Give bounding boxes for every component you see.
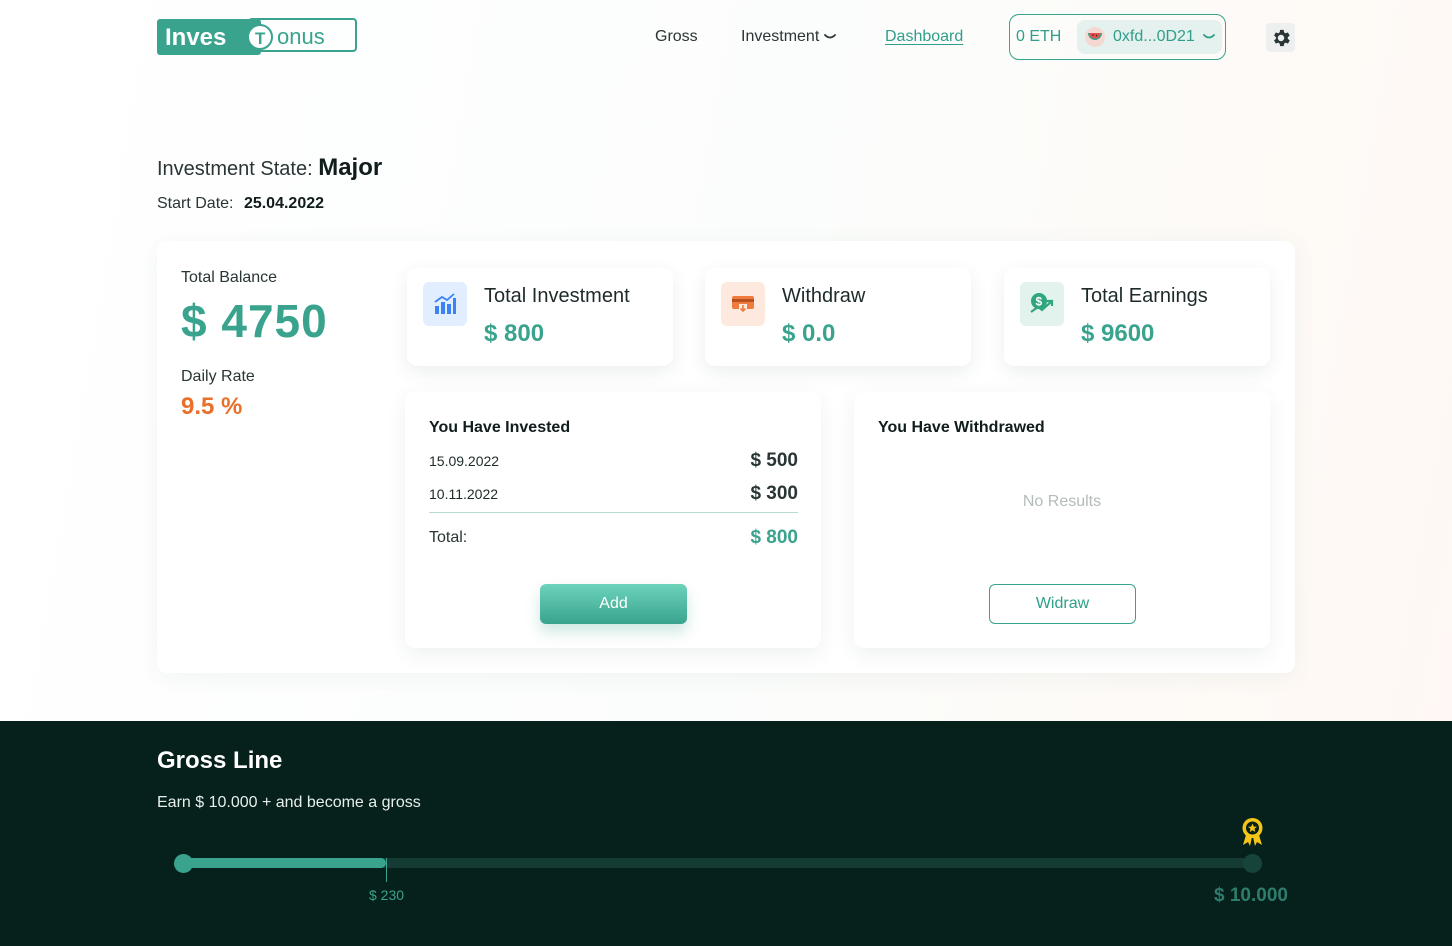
daily-rate-label: Daily Rate	[181, 368, 255, 385]
progress-current-label: $ 230	[369, 887, 405, 903]
gross-line-subtitle: Earn $ 10.000 + and become a gross	[157, 794, 421, 811]
row-date: 10.11.2022	[429, 486, 499, 502]
table-row: 15.09.2022 $ 500	[429, 450, 798, 472]
stat-card-total-earnings: $ Total Earnings $ 9600	[1004, 268, 1270, 366]
investment-state-label: Investment State:	[157, 158, 313, 180]
logo-text-left: Inves	[165, 24, 226, 51]
add-button[interactable]: Add	[540, 584, 687, 624]
row-amount: $ 300	[750, 483, 798, 504]
stat-card-total-investment: Total Investment $ 800	[407, 268, 673, 366]
total-balance-label: Total Balance	[181, 269, 278, 286]
stat-card-withdraw: Withdraw $ 0.0	[705, 268, 971, 366]
progress-track	[183, 858, 1253, 868]
total-row: Total: $ 800	[429, 527, 798, 549]
watermelon-avatar-icon	[1085, 27, 1105, 47]
money-growth-icon: $	[1020, 282, 1064, 326]
chevron-down-icon	[824, 34, 837, 39]
nav-gross[interactable]: Gross	[655, 28, 698, 46]
table-row: 10.11.2022 $ 300	[429, 483, 798, 505]
card-withdraw-icon	[721, 282, 765, 326]
invested-panel: You Have Invested 15.09.2022 $ 500 10.11…	[405, 392, 821, 648]
logo[interactable]: Inves T onus	[157, 18, 357, 56]
total-label: Total:	[429, 529, 468, 546]
start-date: Start Date: 25.04.2022	[157, 195, 324, 213]
wallet-address-button[interactable]: 0xfd...0D21	[1077, 20, 1222, 54]
settings-button[interactable]	[1266, 23, 1295, 52]
medal-icon	[1242, 818, 1263, 846]
empty-state: No Results	[1022, 493, 1102, 510]
investment-state-value: Major	[318, 154, 383, 181]
widraw-button[interactable]: Widraw	[989, 584, 1136, 624]
stat-value: $ 0.0	[782, 320, 836, 347]
investment-state: Investment State: Major	[157, 154, 382, 182]
chevron-down-icon	[1202, 34, 1215, 39]
progress-fill	[183, 858, 387, 868]
logo-text-right: onus	[277, 24, 325, 49]
daily-rate-value: 9.5 %	[181, 393, 243, 420]
total-value: $ 800	[750, 527, 798, 548]
invested-panel-title: You Have Invested	[429, 419, 571, 436]
stat-value: $ 800	[484, 320, 545, 347]
logo-letter: T	[255, 29, 266, 48]
stat-title: Total Investment	[484, 285, 630, 307]
nav-investment-label: Investment	[741, 28, 820, 45]
withdrawed-panel: You Have Withdrawed No Results Widraw	[854, 392, 1270, 648]
withdrawed-panel-title: You Have Withdrawed	[878, 419, 1045, 436]
divider	[429, 512, 798, 513]
progress-end-dot	[1243, 854, 1262, 873]
gear-icon	[1273, 29, 1290, 46]
progress-marker	[386, 858, 387, 882]
total-balance-value: $ 4750	[181, 295, 328, 347]
start-date-label: Start Date:	[157, 195, 234, 212]
nav-dashboard[interactable]: Dashboard	[885, 28, 963, 46]
row-date: 15.09.2022	[429, 453, 500, 469]
stat-title: Withdraw	[782, 285, 866, 307]
progress-start-dot	[174, 854, 193, 873]
gross-line-section: Gross Line Earn $ 10.000 + and become a …	[0, 721, 1452, 946]
wallet-widget[interactable]: 0 ETH 0xfd...0D21	[1009, 14, 1226, 60]
wallet-balance: 0 ETH	[1016, 28, 1062, 45]
row-amount: $ 500	[750, 450, 798, 471]
wallet-address: 0xfd...0D21	[1113, 28, 1195, 45]
stat-value: $ 9600	[1081, 320, 1155, 347]
gross-line-title: Gross Line	[157, 747, 283, 774]
nav-investment[interactable]: Investment	[741, 28, 837, 46]
stat-title: Total Earnings	[1081, 285, 1208, 307]
start-date-value: 25.04.2022	[243, 195, 325, 212]
progress-goal-label: $ 10.000	[1214, 885, 1288, 906]
chart-icon	[423, 282, 467, 326]
